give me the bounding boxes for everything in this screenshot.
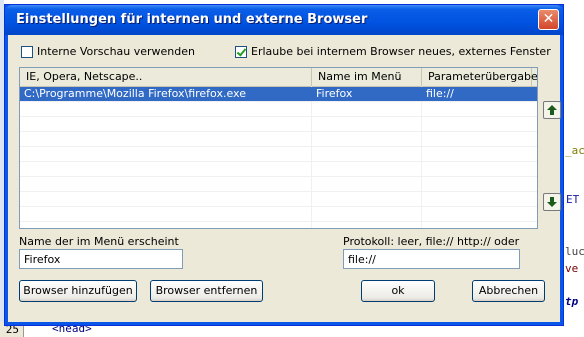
arrow-down-icon bbox=[547, 197, 557, 207]
row-parameter: file:// bbox=[426, 87, 454, 100]
menu-name-label: Name der im Menü erscheint bbox=[19, 235, 179, 248]
dialog-body: Interne Vorschau verwenden Erlaube bei i… bbox=[9, 35, 561, 321]
empty-row bbox=[20, 207, 537, 222]
close-button[interactable]: ✕ bbox=[538, 9, 559, 30]
menu-name-input[interactable] bbox=[19, 249, 183, 269]
ok-button[interactable]: ok bbox=[361, 280, 435, 302]
editor-code-fragment: tp bbox=[565, 295, 579, 308]
close-icon: ✕ bbox=[542, 11, 555, 27]
empty-row bbox=[20, 147, 537, 162]
editor-code-fragment: ET bbox=[566, 193, 580, 206]
title-bar[interactable]: Einstellungen für internen und externe B… bbox=[5, 5, 563, 35]
browser-list-header: IE, Opera, Netscape.. Name im Menü Param… bbox=[20, 68, 537, 87]
arrow-up-icon bbox=[547, 105, 557, 115]
allow-external-label: Erlaube bei internem Browser neues, exte… bbox=[251, 45, 551, 58]
protocol-input[interactable] bbox=[343, 249, 520, 269]
add-browser-button[interactable]: Browser hinzufügen bbox=[19, 280, 137, 302]
empty-row bbox=[20, 177, 537, 192]
move-up-button[interactable] bbox=[543, 101, 561, 119]
table-row[interactable]: C:\Programme\Mozilla Firefox\firefox.exe… bbox=[20, 87, 537, 102]
empty-row bbox=[20, 132, 537, 147]
cancel-button[interactable]: Abbrechen bbox=[472, 280, 545, 302]
empty-row bbox=[20, 117, 537, 132]
allow-external-option[interactable]: Erlaube bei internem Browser neues, exte… bbox=[235, 45, 551, 58]
browser-settings-dialog: Einstellungen für internen und externe B… bbox=[4, 4, 564, 326]
editor-code-fragment: ve bbox=[565, 262, 579, 275]
editor-code-fragment: luc bbox=[565, 245, 584, 258]
column-header-path[interactable]: IE, Opera, Netscape.. bbox=[20, 68, 312, 86]
internal-preview-option[interactable]: Interne Vorschau verwenden bbox=[21, 45, 195, 58]
remove-browser-button[interactable]: Browser entfernen bbox=[150, 280, 263, 302]
internal-preview-checkbox[interactable] bbox=[21, 45, 33, 58]
empty-row bbox=[20, 102, 537, 117]
window-title: Einstellungen für internen und externe B… bbox=[16, 12, 368, 27]
internal-preview-label: Interne Vorschau verwenden bbox=[37, 45, 196, 58]
row-menu-name: Firefox bbox=[316, 87, 353, 100]
column-header-parameter[interactable]: Parameterübergabe bbox=[422, 68, 537, 86]
empty-row bbox=[20, 192, 537, 207]
empty-row bbox=[20, 162, 537, 177]
column-header-menu-name[interactable]: Name im Menü bbox=[312, 68, 422, 86]
browser-list[interactable]: IE, Opera, Netscape.. Name im Menü Param… bbox=[19, 67, 538, 229]
editor-code-fragment: _ac bbox=[565, 144, 584, 157]
allow-external-checkbox[interactable] bbox=[235, 45, 247, 58]
move-down-button[interactable] bbox=[543, 193, 561, 211]
row-path: C:\Programme\Mozilla Firefox\firefox.exe bbox=[24, 87, 246, 100]
